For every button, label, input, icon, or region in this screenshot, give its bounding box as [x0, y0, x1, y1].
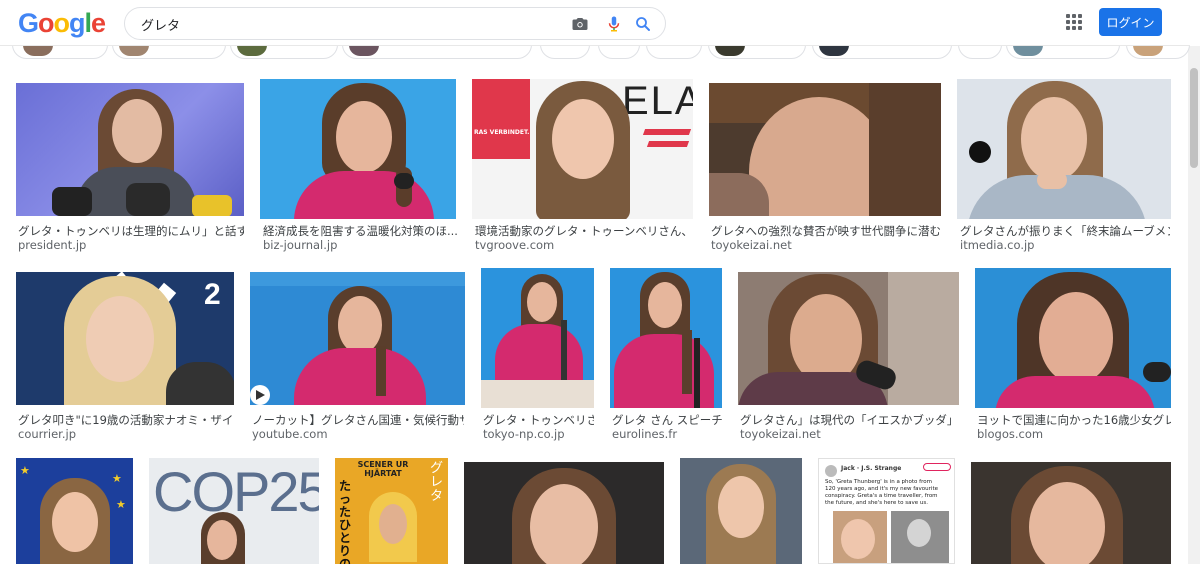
login-button[interactable]: ログイン [1099, 8, 1162, 36]
image-result-thumbnail[interactable]: RAS VERBINDET. ELAS [472, 79, 693, 219]
result-source[interactable]: president.jp [18, 238, 86, 253]
image-result-thumbnail[interactable] [481, 268, 594, 408]
result-source[interactable]: toyokeizai.net [711, 238, 792, 253]
result-caption[interactable]: ヨットで国連に向かった16歳少女グレタ... [977, 413, 1171, 428]
image-result-thumbnail[interactable]: 2 [16, 272, 234, 405]
result-source[interactable]: youtube.com [252, 427, 328, 442]
result-caption[interactable]: グレタ さん スピーチ [612, 413, 722, 428]
image-result-thumbnail[interactable] [464, 462, 664, 564]
search-input[interactable] [141, 14, 561, 34]
result-caption[interactable]: グレタへの強烈な賛否が映す世代闘争に潜む... [711, 224, 941, 239]
image-result-thumbnail[interactable] [680, 458, 802, 564]
result-source[interactable]: courrier.jp [18, 427, 76, 442]
image-result-thumbnail[interactable] [975, 268, 1171, 408]
result-source[interactable]: itmedia.co.jp [960, 238, 1035, 253]
result-caption[interactable]: グレタ叩き"に19歳の活動家ナオミ・ザイフト... [18, 413, 234, 428]
search-box [124, 7, 666, 40]
image-result-thumbnail[interactable]: SCENER UR HJÄRTAT たったひとりのス グレタ [335, 458, 448, 564]
search-icon[interactable] [634, 15, 652, 33]
google-images-page: Google ログイン [0, 0, 1200, 564]
image-result-thumbnail[interactable] [738, 272, 959, 405]
apps-grid-icon[interactable] [1066, 14, 1082, 30]
header: Google ログイン [0, 0, 1200, 46]
result-source[interactable]: toyokeizai.net [740, 427, 821, 442]
image-result-thumbnail[interactable] [250, 272, 465, 405]
image-result-thumbnail[interactable] [957, 79, 1171, 219]
image-result-thumbnail[interactable]: ★ ★ ★ [16, 458, 133, 564]
result-source[interactable]: blogos.com [977, 427, 1043, 442]
image-result-thumbnail[interactable] [971, 462, 1171, 564]
header-divider [0, 45, 1190, 46]
result-source[interactable]: tvgroove.com [475, 238, 554, 253]
image-result-thumbnail[interactable] [709, 83, 941, 216]
result-caption[interactable]: グレタさんが振りまく「終末論ムーブメント」... [960, 224, 1170, 239]
google-logo[interactable]: Google [18, 8, 106, 38]
result-caption[interactable]: ノーカット】グレタさん国連・気候行動サミッ... [252, 413, 464, 428]
result-caption[interactable]: グレタ・トゥンベリさん... [483, 413, 594, 428]
microphone-icon[interactable] [605, 15, 623, 33]
result-caption[interactable]: グレタ・トゥンベリは生理的にムリ」と話すオジサ... [18, 224, 244, 239]
scrollbar-thumb[interactable] [1190, 68, 1198, 168]
image-result-thumbnail[interactable] [610, 268, 722, 408]
camera-icon[interactable] [571, 15, 589, 33]
result-caption[interactable]: グレタさん」は現代の「イエスかブッダ」なのか | ... [740, 413, 959, 428]
result-caption[interactable]: 環境活動家のグレタ・トゥーンベリさん、気候... [475, 224, 693, 239]
result-source[interactable]: biz-journal.jp [263, 238, 337, 253]
page-scrollbar[interactable] [1188, 46, 1200, 564]
result-source[interactable]: tokyo-np.co.jp [483, 427, 565, 442]
result-source[interactable]: eurolines.fr [612, 427, 677, 442]
result-caption[interactable]: 経済成長を阻害する温暖化対策のほ... [263, 224, 457, 239]
image-result-thumbnail[interactable] [16, 83, 244, 216]
image-result-thumbnail[interactable]: COP25 [149, 458, 319, 564]
image-result-thumbnail[interactable]: Jack · J.S. Strange So, 'Greta Thunberg'… [818, 458, 955, 564]
image-result-thumbnail[interactable] [260, 79, 456, 219]
